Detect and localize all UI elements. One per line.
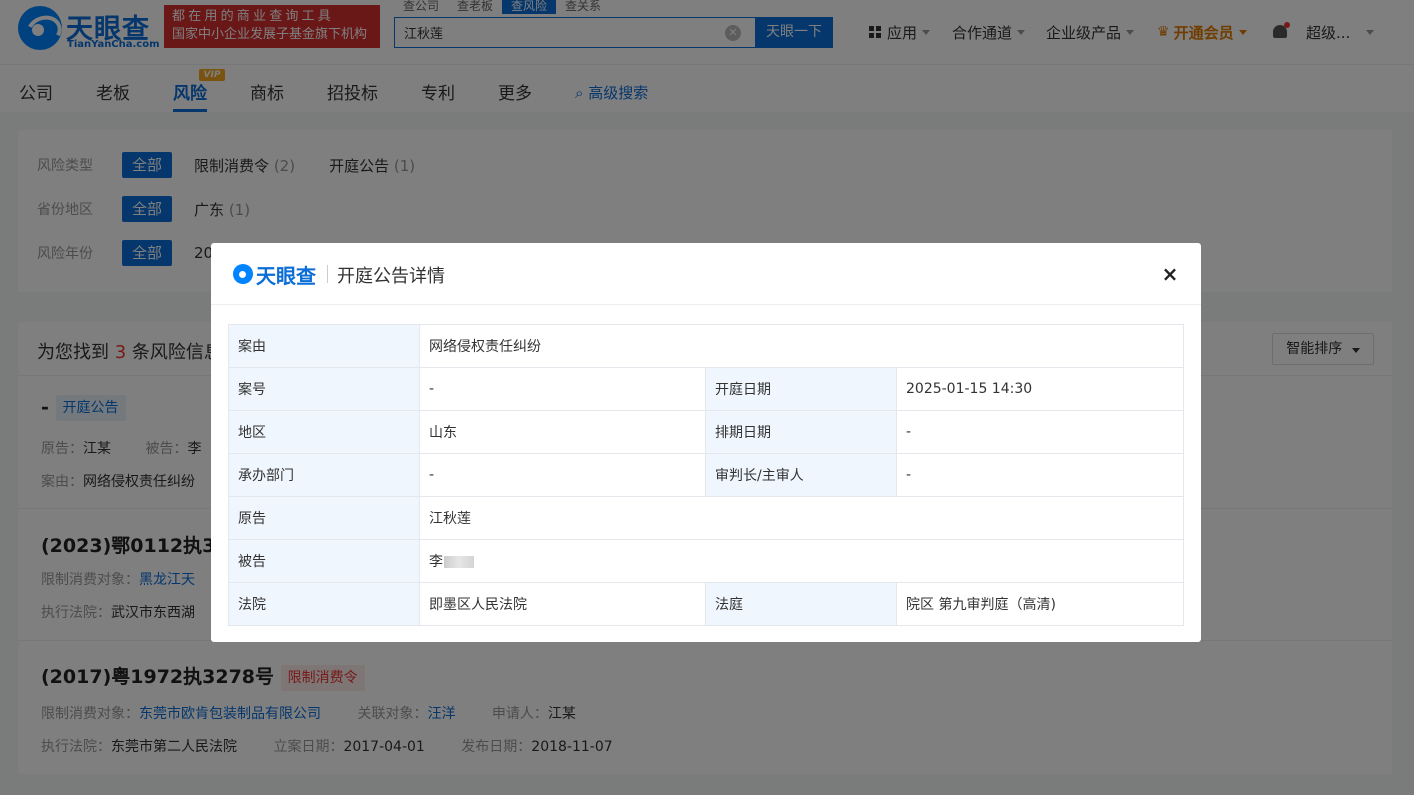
detail-value: 即墨区人民法院 bbox=[419, 582, 706, 626]
modal-header: 天眼查 开庭公告详情 × bbox=[211, 243, 1201, 305]
logo-eye-icon bbox=[233, 264, 253, 284]
table-row: 法院 即墨区人民法院 法庭 院区 第九审判庭（高清) bbox=[228, 582, 1185, 626]
detail-value: 网络侵权责任纠纷 bbox=[418, 324, 1185, 368]
detail-label: 开庭日期 bbox=[705, 367, 897, 411]
detail-value: - bbox=[895, 453, 1185, 497]
modal-logo: 天眼查 bbox=[256, 264, 316, 288]
table-row: 原告 江秋莲 bbox=[228, 496, 1185, 540]
detail-label: 案号 bbox=[228, 367, 420, 411]
hearing-detail-modal: 天眼查 开庭公告详情 × 案由 网络侵权责任纠纷 案号 - 开庭日期 2025-… bbox=[211, 243, 1201, 642]
detail-label: 案由 bbox=[228, 324, 420, 368]
table-row: 地区 山东 排期日期 - bbox=[228, 410, 1185, 454]
detail-label: 法庭 bbox=[705, 582, 897, 626]
detail-value: 李 bbox=[418, 539, 1185, 583]
detail-value: 2025-01-15 14:30 bbox=[895, 367, 1185, 411]
detail-label: 审判长/主审人 bbox=[705, 453, 897, 497]
modal-title: 开庭公告详情 bbox=[337, 266, 445, 287]
close-icon[interactable]: × bbox=[1160, 264, 1180, 284]
detail-label: 地区 bbox=[228, 410, 420, 454]
detail-value: 院区 第九审判庭（高清) bbox=[895, 582, 1185, 626]
detail-value: 江秋莲 bbox=[418, 496, 1185, 540]
detail-value: - bbox=[419, 453, 706, 497]
detail-label: 承办部门 bbox=[228, 453, 420, 497]
detail-label: 排期日期 bbox=[705, 410, 897, 454]
divider bbox=[327, 265, 328, 283]
defendant-name: 李 bbox=[429, 554, 443, 570]
table-row: 案由 网络侵权责任纠纷 bbox=[228, 324, 1185, 368]
detail-value: - bbox=[419, 367, 706, 411]
redacted-blur bbox=[444, 556, 474, 568]
table-row: 案号 - 开庭日期 2025-01-15 14:30 bbox=[228, 367, 1185, 411]
detail-label: 被告 bbox=[228, 539, 420, 583]
detail-value: 山东 bbox=[419, 410, 706, 454]
detail-label: 法院 bbox=[228, 582, 420, 626]
table-row: 承办部门 - 审判长/主审人 - bbox=[228, 453, 1185, 497]
detail-value: - bbox=[895, 410, 1185, 454]
table-row: 被告 李 bbox=[228, 539, 1185, 583]
detail-label: 原告 bbox=[228, 496, 420, 540]
detail-table: 案由 网络侵权责任纠纷 案号 - 开庭日期 2025-01-15 14:30 地… bbox=[228, 324, 1185, 626]
